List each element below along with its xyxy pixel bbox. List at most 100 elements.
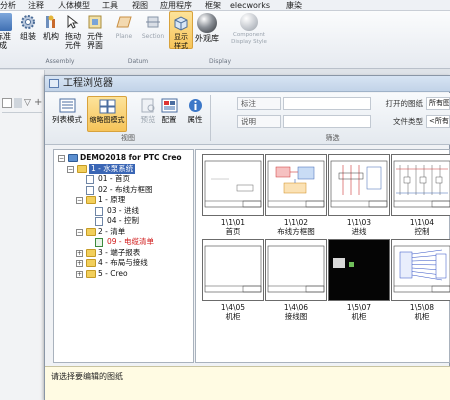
- tree-item[interactable]: 01 - 首页: [54, 174, 193, 185]
- settings-icon[interactable]: [14, 98, 22, 108]
- tree-item[interactable]: − 1 - 水泵系统: [54, 163, 193, 175]
- drawing-thumbnail[interactable]: [328, 154, 390, 216]
- ribbon-button-label: 显示 样式: [174, 33, 188, 50]
- drawing-thumbnail[interactable]: [391, 154, 450, 216]
- folder-icon: [86, 196, 96, 204]
- tree-item-label: 03 - 进线: [107, 205, 140, 215]
- mechanism-icon: [42, 13, 60, 31]
- collapse-toggle-icon[interactable]: −: [76, 197, 83, 204]
- tree-item[interactable]: 03 - 进线: [54, 206, 193, 217]
- drawing-thumbnail[interactable]: [328, 239, 390, 301]
- expand-toggle-icon[interactable]: +: [76, 249, 83, 257]
- component-interface-button[interactable]: 元件 界面: [84, 11, 106, 50]
- display-style-icon: [172, 14, 190, 32]
- properties-button[interactable]: 属性: [182, 96, 208, 132]
- thumbnail-preview-image: [393, 160, 450, 208]
- ribbon-button-label: 外观库: [195, 34, 219, 43]
- drawing-thumbnail[interactable]: [202, 154, 264, 216]
- tree-item-label: 1 - 水泵系统: [89, 163, 136, 174]
- menu-applications[interactable]: 应用程序: [160, 0, 192, 11]
- toolbar-label: 列表模式: [52, 115, 82, 124]
- drawing-thumbnail[interactable]: [265, 154, 327, 216]
- view-group-label: 视图: [121, 134, 135, 142]
- project-tree: − DEMO2018 for PTC Creo −1 - 水泵系统 01 - 首页 02…: [53, 149, 194, 363]
- config-button[interactable]: 配置: [157, 96, 181, 132]
- component-display-button[interactable]: Component Display Style: [221, 11, 277, 46]
- add-icon[interactable]: +: [34, 98, 42, 108]
- thumbnail-grid: 1\1\01 首页 1\1\02 布线方框图 1\1\03 进线 1\1\04 控制 1\4\0…: [195, 149, 450, 363]
- tree-item[interactable]: 04 - 控制: [54, 216, 193, 227]
- menu-render[interactable]: 康染: [286, 0, 302, 11]
- display-style-button[interactable]: 显示 样式: [169, 11, 193, 50]
- menu-manikin[interactable]: 人体模型: [58, 0, 90, 11]
- thumbnail-name: 进线: [351, 227, 367, 236]
- component-interface-icon: [86, 13, 104, 31]
- toolbar-label: 配置: [161, 115, 177, 124]
- tree-item[interactable]: − 1 - 原理: [54, 195, 193, 206]
- project-browser-dialog: 工程浏览器 列表模式 缩略图模式 预览 配置 属性 视图 标注 说明 打开的图纸…: [44, 75, 450, 400]
- open-drawings-select[interactable]: 所有图: [426, 97, 450, 110]
- tree-item-label: 5 - Creo: [98, 268, 128, 278]
- drag-component-button[interactable]: 拖动 元件: [62, 11, 84, 50]
- window-icon: [49, 79, 59, 88]
- tree-item[interactable]: 02 - 布线方框图: [54, 185, 193, 196]
- file-type-select[interactable]: <所有: [426, 115, 450, 128]
- expand-toggle-icon[interactable]: +: [76, 260, 83, 267]
- dialog-titlebar[interactable]: 工程浏览器: [45, 76, 450, 92]
- thumbnail-id: 1\1\02: [283, 218, 309, 227]
- collapse-toggle-icon[interactable]: −: [67, 165, 74, 173]
- tree-item[interactable]: +5 - Creo: [54, 269, 193, 280]
- thumbnail-name: 机柜: [414, 312, 430, 321]
- tree-item[interactable]: − DEMO2018 for PTC Creo: [54, 153, 193, 164]
- tree-icon[interactable]: [2, 98, 12, 108]
- tree-item[interactable]: 09 - 电缆清单: [54, 237, 193, 248]
- tree-item[interactable]: − 2 - 清单: [54, 227, 193, 238]
- plane-button[interactable]: Plane: [110, 11, 138, 41]
- ribbon-button-label: Section: [141, 33, 165, 40]
- list-view-icon: [59, 98, 76, 113]
- note-input[interactable]: [283, 115, 371, 128]
- menu-view[interactable]: 视图: [132, 0, 148, 11]
- thumbnail-preview-image: [204, 245, 262, 293]
- menu-analysis[interactable]: 分析: [0, 0, 16, 11]
- group-label-display: Display: [208, 58, 232, 65]
- gear-assembly-icon: [19, 13, 37, 31]
- thumbnail-preview-image: [267, 245, 325, 293]
- menu-framework[interactable]: 框架: [205, 0, 221, 11]
- drawing-thumbnail[interactable]: [391, 239, 450, 301]
- collapse-toggle-icon[interactable]: −: [58, 155, 65, 162]
- component-display-icon: [240, 13, 258, 31]
- thumbnail-name: 控制: [414, 227, 430, 236]
- thumbnail-mode-button[interactable]: 缩略图模式: [87, 96, 127, 132]
- menu-elecworks[interactable]: elecworks: [230, 0, 270, 11]
- tree-item[interactable]: +3 - 端子报表: [54, 248, 193, 259]
- drawing-thumbnail[interactable]: [202, 239, 264, 301]
- section-button[interactable]: Section: [138, 11, 168, 41]
- folder-icon: [86, 227, 96, 236]
- file-type-label: 文件类型: [393, 117, 423, 126]
- tag-input[interactable]: [283, 97, 371, 110]
- ribbon-button-label: 标准 成: [0, 32, 11, 50]
- expand-toggle-icon[interactable]: +: [76, 270, 83, 278]
- filter-icon[interactable]: ▽: [24, 98, 31, 108]
- ribbon: 标准 成 组装 机构 拖动 元件 元件 界面 Plane Section: [0, 11, 450, 69]
- tag-label: 标注: [237, 97, 281, 110]
- assemble-button[interactable]: 组装: [16, 11, 40, 41]
- thumbnail-view-icon: [99, 99, 116, 114]
- group-label-datum: Datum: [127, 58, 149, 65]
- menu-tools[interactable]: 工具: [102, 0, 118, 11]
- ribbon-icon-standard: [0, 13, 12, 31]
- dialog-toolbar: 列表模式 缩略图模式 预览 配置 属性 视图 标注 说明 打开的图纸 所有图 文…: [45, 93, 450, 145]
- drag-component-icon: [64, 13, 82, 31]
- mechanism-button[interactable]: 机构: [40, 11, 62, 41]
- list-mode-button[interactable]: 列表模式: [48, 96, 86, 132]
- collapse-toggle-icon[interactable]: −: [76, 228, 83, 236]
- appearance-gallery-button[interactable]: 外观库: [193, 11, 221, 43]
- ribbon-button-label: 机构: [43, 32, 59, 41]
- menu-annotate[interactable]: 注释: [28, 0, 44, 11]
- tree-item-label: 04 - 控制: [107, 216, 140, 225]
- ribbon-button-standard[interactable]: 标准 成: [0, 11, 12, 50]
- drawing-thumbnail[interactable]: [265, 239, 327, 301]
- folder-icon: [86, 269, 96, 278]
- tree-item[interactable]: +4 - 布局与接线: [54, 258, 193, 269]
